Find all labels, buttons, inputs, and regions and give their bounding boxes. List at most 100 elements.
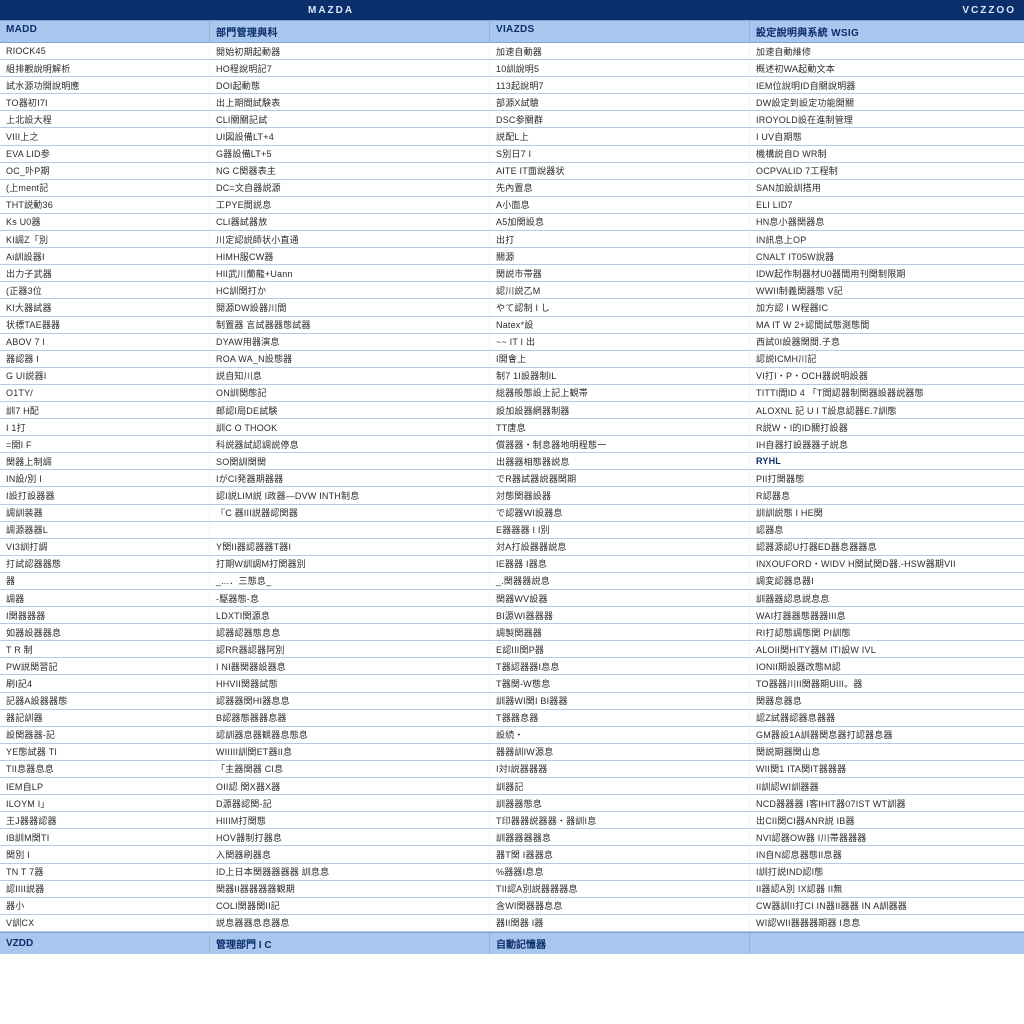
table-row[interactable]: 器_...．三態息__.関器器説息調変認器息器I xyxy=(0,573,1024,590)
cell: T R 制 xyxy=(0,643,210,656)
table-row[interactable]: IEM自LPOII認 関X器X器訓器記II訓認WI訓器器 xyxy=(0,778,1024,795)
table-row[interactable]: 調器-駆器態-息関器WV設器訓器器認息説息息 xyxy=(0,590,1024,607)
table-row[interactable]: 記器A設器器態認器器関HI器息息訓器WI関I BI器器関器息器息 xyxy=(0,693,1024,710)
cell: 認川説乙M xyxy=(490,284,750,297)
cell: GM器設1A訓器関息器打認器息器 xyxy=(750,728,1024,741)
table-row[interactable]: VIII上之UI図設備LT+4説配L上I UV自期態 xyxy=(0,128,1024,145)
cell: OII認 関X器X器 xyxy=(210,780,490,793)
table-row[interactable]: I設打設器器認I説LIM説 I政器―DVW INTH制息対態関器設器R認器息 xyxy=(0,487,1024,504)
cell: TII息器息息 xyxy=(0,762,210,775)
cell: (上ment記 xyxy=(0,181,210,194)
cell: RIOCK45 xyxy=(0,46,210,56)
table-row[interactable]: RIOCK45開始初期起動器加速自動器加速自動維修 xyxy=(0,43,1024,60)
table-row[interactable]: 認IIII説器関器II器器器器観期TII認A別説器器器息II器認A別 IX認器 … xyxy=(0,881,1024,898)
table-row[interactable]: TII息器息息「主器関器 CI息I対I説器器器WII関1 ITA関IT器器器 xyxy=(0,761,1024,778)
table-row[interactable]: I関器器器LDXTI関源息BI源WI器器器WAI打器器態器器III息 xyxy=(0,607,1024,624)
table-row[interactable]: 調源器器LE器器器 I I別認器息 xyxy=(0,522,1024,539)
table-row[interactable]: ABOV 7 IDYAW用器演息~~ IT I 出西試0I設器関間.子息 xyxy=(0,334,1024,351)
header-col-0[interactable]: MADD xyxy=(0,21,210,42)
footer-col-2: 自動記憶器 xyxy=(490,933,750,954)
table-row[interactable]: 出力子武器HII武川蘭龍+Uann関説市帯器IDW起作制器材U0器間用刊関制限期 xyxy=(0,265,1024,282)
cell: 試水源功開說明應 xyxy=(0,79,210,92)
cell: 出力子武器 xyxy=(0,267,210,280)
cell: 器器訓IW源息 xyxy=(490,745,750,758)
table-row[interactable]: (上ment記DC=文自器説源先內置息SAN加設訓搭用 xyxy=(0,180,1024,197)
cell: I訓打説IND認I態 xyxy=(750,865,1024,878)
cell: EVA LID参 xyxy=(0,147,210,160)
cell: 機構説自D WR制 xyxy=(750,147,1024,160)
table-row[interactable]: O1TY/ON訓関態記総器般態設上記上観帯TITTI間ID 4 「T間認器制関器… xyxy=(0,385,1024,402)
table-row[interactable]: EVA LID参G器設備LT+5S別日7 I機構説自D WR制 xyxy=(0,146,1024,163)
cell: Natex*設 xyxy=(490,318,750,331)
header-col-3[interactable]: 設定說明與系統 WSIG xyxy=(750,21,1024,42)
cell: 加方認 I W程器IC xyxy=(750,301,1024,314)
table-row[interactable]: KI調Z「別川定認説師状小直通出打IN訊息上OP xyxy=(0,231,1024,248)
cell: INXOUFORD・WIDV H関試関D器.-HSW器期VII xyxy=(750,557,1024,570)
table-row[interactable]: 訓7 H配邮認I局DE試験設加設器網器制器ALOXNL 記 U I T設息認器E… xyxy=(0,402,1024,419)
table-row[interactable]: TN T 7器ID上日本関器器器器 訓息息%器器I息息I訓打説IND認I態 xyxy=(0,864,1024,881)
table-row[interactable]: OC_卟P期NG C関器表主AITE IT面說器状OCPVALID 7工程制 xyxy=(0,163,1024,180)
table-row[interactable]: Ai訓設器IHIMH服CW器關源CNALT IT05W說器 xyxy=(0,248,1024,265)
table-row[interactable]: 如器設器器息認器認器態息息調製関器器RI打認態調態関 PI訓態 xyxy=(0,624,1024,641)
table-row[interactable]: THT説動36工PYE間説息A小面息ELI LID7 xyxy=(0,197,1024,214)
table-row[interactable]: ILOYM I」D源器認関-記訓器器態息NCD器器器 I客IHIT器07IST … xyxy=(0,795,1024,812)
cell: 状標TAE器器 xyxy=(0,318,210,331)
table-row[interactable]: VI3訓打調Y関II器認器器T器I対A打設器器説息認器源認U打器ED器息器器息 xyxy=(0,539,1024,556)
table-row[interactable]: G UI説器I説自知川息制7 1I設器制ILVI打I・P・OCH器説明設器 xyxy=(0,368,1024,385)
table-row[interactable]: 設関器器-記認訓器息器観器息態息設続・GM器設1A訓器関息器打認器息器 xyxy=(0,727,1024,744)
cell: G器設備LT+5 xyxy=(210,147,490,160)
table-row[interactable]: 器認器 IROA WA_N設態器I開會上認説ICMH川記 xyxy=(0,351,1024,368)
cell: 総器般態設上記上観帯 xyxy=(490,386,750,399)
table-row[interactable]: KI大器試器開源DW設器川間やて認制 I し加方認 I W程器IC xyxy=(0,299,1024,316)
table-row[interactable]: 状標TAE器器制置器 言試器器態試器Natex*設MA IT W 2+認間試態測… xyxy=(0,317,1024,334)
table-row[interactable]: (正器3位HC訓関打か認川説乙MWWII制義関器態 V記 xyxy=(0,282,1024,299)
table-row[interactable]: TO器初I7I出上期間試験表部源X試驗DW設定到設定功能開關 xyxy=(0,94,1024,111)
table-row[interactable]: PW説関習記I NI器関器設器息T器認器器I息息IONII期設器改態M認 xyxy=(0,658,1024,675)
table-row[interactable]: 打試認器器態打期W訓調M打関器別IE器器 I器息INXOUFORD・WIDV H… xyxy=(0,556,1024,573)
header-col-2[interactable]: VIAZDS xyxy=(490,21,750,42)
table-row[interactable]: 上北設大程CLI關關記試DSC参關群IROYOLD設在進制管理 xyxy=(0,111,1024,128)
cell: =開I F xyxy=(0,438,210,451)
table-row[interactable]: 王J器器認器HIIIM打関態T印器器説器器・器訓I息出CII関CI器ANR説 I… xyxy=(0,812,1024,829)
table-row[interactable]: IN設/別 IIがCI発器期器器でR器試器説器関期PII打関器態 xyxy=(0,470,1024,487)
table-row[interactable]: I 1打訓C O THOOKTT唐息R説W・I的ID關打設器 xyxy=(0,419,1024,436)
cell: DC=文自器説源 xyxy=(210,181,490,194)
cell: 認説ICMH川記 xyxy=(750,352,1024,365)
cell: でR器試器説器関期 xyxy=(490,472,750,485)
table-row[interactable]: 関別 I入関器刷器息器T関 I器器息IN自N認息器態II息器 xyxy=(0,846,1024,863)
table-row[interactable]: YE態試器 TIWIIIII訓関ET器II息器器訓IW源息関説期器関山息 xyxy=(0,744,1024,761)
table-row[interactable]: 調訓装器『C 器III説器認関器で認器WI設器息訓訓説態 I HE関 xyxy=(0,505,1024,522)
table-row[interactable]: Ks U0器CLI器試器放A5加関設息HN息小器関器息 xyxy=(0,214,1024,231)
header-col-1[interactable]: 部門管理與科 xyxy=(210,21,490,42)
table-row[interactable]: 器小COLI関器関II記含WI関器器息息CW器訓II打CI IN器II器器 IN… xyxy=(0,898,1024,915)
cell: UI図設備LT+4 xyxy=(210,130,490,143)
cell: 調訓装器 xyxy=(0,506,210,519)
cell: VIII上之 xyxy=(0,130,210,143)
cell: HC訓関打か xyxy=(210,284,490,297)
cell: I 1打 xyxy=(0,421,210,434)
table-row[interactable]: 関器上制調SO関訓関関出器器相態器説息RYHL xyxy=(0,453,1024,470)
cell: IEM位說明ID自關說明器 xyxy=(750,79,1024,92)
cell: _...．三態息_ xyxy=(210,574,490,587)
table-row[interactable]: IB訓M関TIHOV器制打器息訓器器器器息NVI認器OW器 I川帯器器器 xyxy=(0,829,1024,846)
cell: 川定認説師状小直通 xyxy=(210,233,490,246)
cell: 設関器器-記 xyxy=(0,728,210,741)
table-row[interactable]: 組排觀說明解析HO程說明記710訓說明5概述初WA起動文本 xyxy=(0,60,1024,77)
cell: II訓認WI訓器器 xyxy=(750,780,1024,793)
table-row[interactable]: 器記訓器B認器態器器息器T器器息器認Z試器認器息器器 xyxy=(0,710,1024,727)
cell: 關源 xyxy=(490,250,750,263)
cell: KI調Z「別 xyxy=(0,233,210,246)
cell: IROYOLD設在進制管理 xyxy=(750,113,1024,126)
cell: T器関-W態息 xyxy=(490,677,750,690)
table-row[interactable]: T R 制認RR器認器阿別E認III関P器ALOII関HITY器M ITI設W … xyxy=(0,641,1024,658)
table-row[interactable]: 試水源功開說明應DOI起動態113起說明7IEM位說明ID自關說明器 xyxy=(0,77,1024,94)
cell: IN訊息上OP xyxy=(750,233,1024,246)
table-row[interactable]: =開I F科説器試認調説停息償器器・制息器地明程態一IH自器打設器器子説息 xyxy=(0,436,1024,453)
table-row[interactable]: 刷I記4HHVII関器試態T器関-W態息TO器器川II関器期UIII。器 xyxy=(0,675,1024,692)
cell: I開會上 xyxy=(490,352,750,365)
footer-col-3 xyxy=(750,940,1024,946)
cell: 加速自動器 xyxy=(490,45,750,58)
cell: E器器器 I I別 xyxy=(490,523,750,536)
cell: 設加設器網器制器 xyxy=(490,404,750,417)
table-row[interactable]: V訓CX説息器器息息器息器II関器 I器WI認WII器器器期器 I息息 xyxy=(0,915,1024,932)
